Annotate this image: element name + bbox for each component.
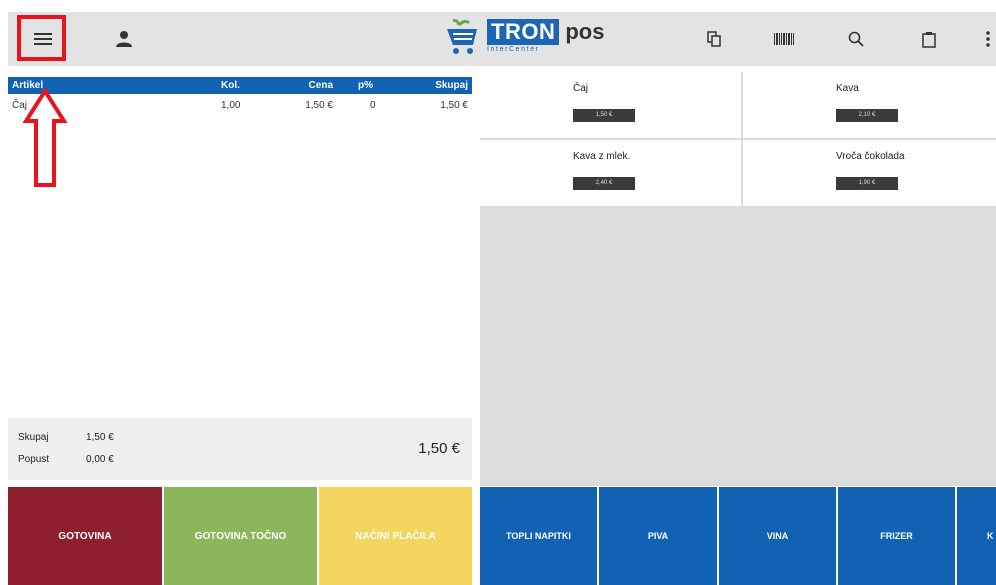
col-total-header: Skupaj — [435, 80, 468, 91]
product-tile[interactable]: Kava z mlek. 2,40 € — [480, 140, 741, 206]
product-name: Vroča čokolada — [836, 151, 905, 162]
product-name: Čaj — [573, 83, 589, 94]
row-total: 1,50 € — [440, 100, 468, 111]
product-tile[interactable]: Kava 2,10 € — [743, 72, 996, 138]
copy-button[interactable] — [696, 12, 732, 66]
search-button[interactable] — [838, 12, 874, 66]
discount-label: Popust — [18, 454, 50, 465]
category-tab-vina[interactable]: VINA — [719, 487, 836, 585]
product-name: Kava — [836, 83, 859, 94]
product-tile[interactable]: Čaj 1,50 € — [480, 72, 741, 138]
cart-icon — [447, 19, 477, 54]
category-tab-piva[interactable]: PIVA — [599, 487, 717, 585]
product-price: 1,50 € — [573, 109, 635, 122]
col-discount-header: p% — [358, 80, 373, 91]
subtotal-label: Skupaj — [18, 432, 49, 443]
col-qty-header: Kol. — [221, 80, 240, 91]
logo-subtitle: InterCenter — [487, 46, 540, 53]
product-price: 2,40 € — [573, 177, 635, 190]
user-button[interactable] — [104, 12, 144, 66]
product-tile[interactable]: Vroča čokolada 1,90 € — [743, 140, 996, 206]
product-grid: Čaj 1,50 € Kava 2,10 € Kava z mlek. 2,40… — [480, 72, 996, 486]
exact-cash-button[interactable]: GOTOVINA TOČNO — [164, 487, 317, 585]
user-icon — [116, 31, 132, 47]
highlight-box — [17, 15, 66, 61]
cash-button[interactable]: GOTOVINA — [8, 487, 162, 585]
clipboard-button[interactable] — [911, 12, 947, 66]
grand-total: 1,50 € — [418, 440, 460, 457]
col-price-header: Cena — [308, 80, 333, 91]
more-options-button[interactable] — [970, 12, 996, 66]
row-discount: 0 — [370, 100, 376, 111]
product-name: Kava z mlek. — [573, 151, 631, 162]
product-price: 1,90 € — [836, 177, 898, 190]
logo-suffix: pos — [565, 19, 605, 44]
row-price: 1,50 € — [305, 100, 333, 111]
order-table-header: Artikel Kol. Cena p% Skupaj — [8, 77, 472, 94]
row-qty: 1,00 — [221, 100, 241, 111]
more-vert-icon — [986, 31, 990, 47]
category-tab-frizer[interactable]: FRIZER — [838, 487, 955, 585]
logo-text-block: TRON InterCenter — [487, 19, 560, 53]
top-toolbar: TRON InterCenter pos — [8, 12, 996, 66]
clipboard-icon — [922, 31, 936, 48]
red-arrow-annotation — [23, 88, 67, 187]
totals-panel: Skupaj 1,50 € Popust 0,00 € 1,50 € — [8, 418, 472, 480]
subtotal-value: 1,50 € — [86, 432, 114, 443]
product-price: 2,10 € — [836, 109, 898, 122]
search-icon — [848, 31, 864, 47]
barcode-button[interactable] — [766, 12, 802, 66]
category-tab-topli-napitki[interactable]: TOPLI NAPITKI — [480, 487, 597, 585]
logo-brand: TRON — [487, 19, 560, 45]
discount-value: 0,00 € — [86, 454, 114, 465]
payment-methods-button[interactable]: NAČINI PLAČILA — [319, 487, 472, 585]
tron-pos-logo: TRON InterCenter pos — [445, 19, 604, 61]
category-tab-partial[interactable]: K — [957, 487, 996, 585]
copy-icon — [707, 31, 721, 47]
table-row[interactable]: Čaj 1,00 1,50 € 0 1,50 € — [8, 97, 472, 115]
barcode-icon — [774, 33, 794, 45]
